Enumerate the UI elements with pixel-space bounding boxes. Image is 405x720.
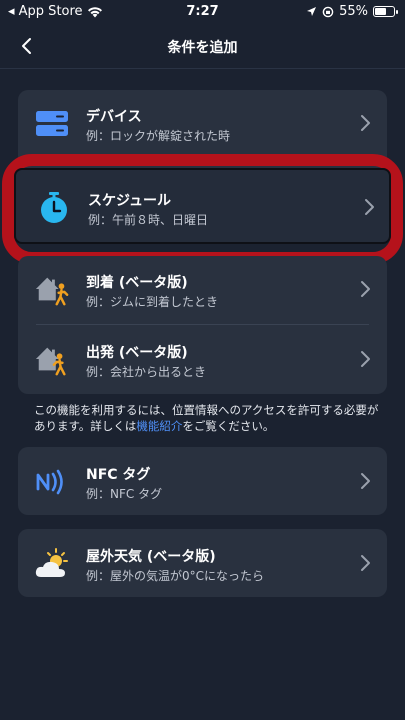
condition-subtitle: 例：屋外の気温が0°Cになったら [86, 569, 265, 583]
condition-title: NFC タグ [86, 467, 151, 483]
condition-row-weather[interactable]: 屋外天気 (ベータ版) 例：屋外の気温が0°Cになったら [18, 530, 387, 596]
condition-subtitle: 例：午前８時、日曜日 [88, 213, 209, 227]
condition-title: 屋外天気 (ベータ版) [86, 549, 216, 565]
arrive-home-icon [34, 272, 70, 308]
chevron-right-icon [361, 281, 370, 297]
chevron-right-icon [365, 199, 374, 215]
chevron-right-icon [361, 351, 370, 367]
nav-bar: 条件を追加 [0, 24, 405, 68]
condition-title: デバイス [86, 109, 142, 125]
page-title: 条件を追加 [167, 40, 238, 56]
chevron-right-icon [361, 473, 370, 489]
condition-row-device[interactable]: デバイス 例：ロックが解錠された時 [18, 90, 387, 156]
battery-level-fill [375, 8, 386, 15]
condition-title: 出発 (ベータ版) [86, 345, 188, 361]
battery-percent: 55% [339, 4, 368, 19]
condition-title: 到着 (ベータ版) [86, 275, 188, 291]
info-text-after: をご覧ください。 [182, 419, 275, 433]
orientation-lock-icon [322, 6, 334, 17]
stopwatch-icon [36, 190, 72, 226]
condition-card-location: 到着 (ベータ版) 例：ジムに到着したとき 出発 (ベータ版) 例：会社から出る… [18, 256, 387, 394]
status-bar: ◂ App Store 7:27 55% [0, 0, 405, 24]
battery-icon [373, 6, 398, 17]
feature-intro-link[interactable]: 機能紹介 [136, 419, 182, 433]
nfc-icon [34, 464, 70, 500]
condition-subtitle: 例：ロックが解錠された時 [86, 129, 231, 143]
condition-row-leave[interactable]: 出発 (ベータ版) 例：会社から出るとき [18, 326, 387, 392]
chevron-right-icon [361, 115, 370, 131]
condition-card-weather: 屋外天気 (ベータ版) 例：屋外の気温が0°Cになったら [18, 529, 387, 597]
leave-home-icon [34, 342, 70, 378]
row-divider [36, 324, 369, 325]
nav-divider [0, 68, 405, 69]
location-permission-note: この機能を利用するには、位置情報へのアクセスを許可する必要があります。詳しくは機… [34, 402, 379, 434]
chevron-right-icon [361, 555, 370, 571]
condition-title: スケジュール [88, 193, 172, 209]
condition-card-nfc: NFC タグ 例：NFC タグ [18, 447, 387, 515]
condition-subtitle: 例：会社から出るとき [86, 365, 207, 379]
condition-row-nfc[interactable]: NFC タグ 例：NFC タグ [18, 448, 387, 514]
condition-row-arrive[interactable]: 到着 (ベータ版) 例：ジムに到着したとき [18, 256, 387, 322]
location-arrow-icon [307, 7, 317, 16]
device-icon [34, 106, 70, 142]
weather-icon [34, 546, 70, 582]
condition-subtitle: 例：ジムに到着したとき [86, 295, 219, 309]
condition-subtitle: 例：NFC タグ [86, 487, 163, 501]
condition-row-schedule[interactable]: スケジュール 例：午前８時、日曜日 [14, 168, 391, 244]
